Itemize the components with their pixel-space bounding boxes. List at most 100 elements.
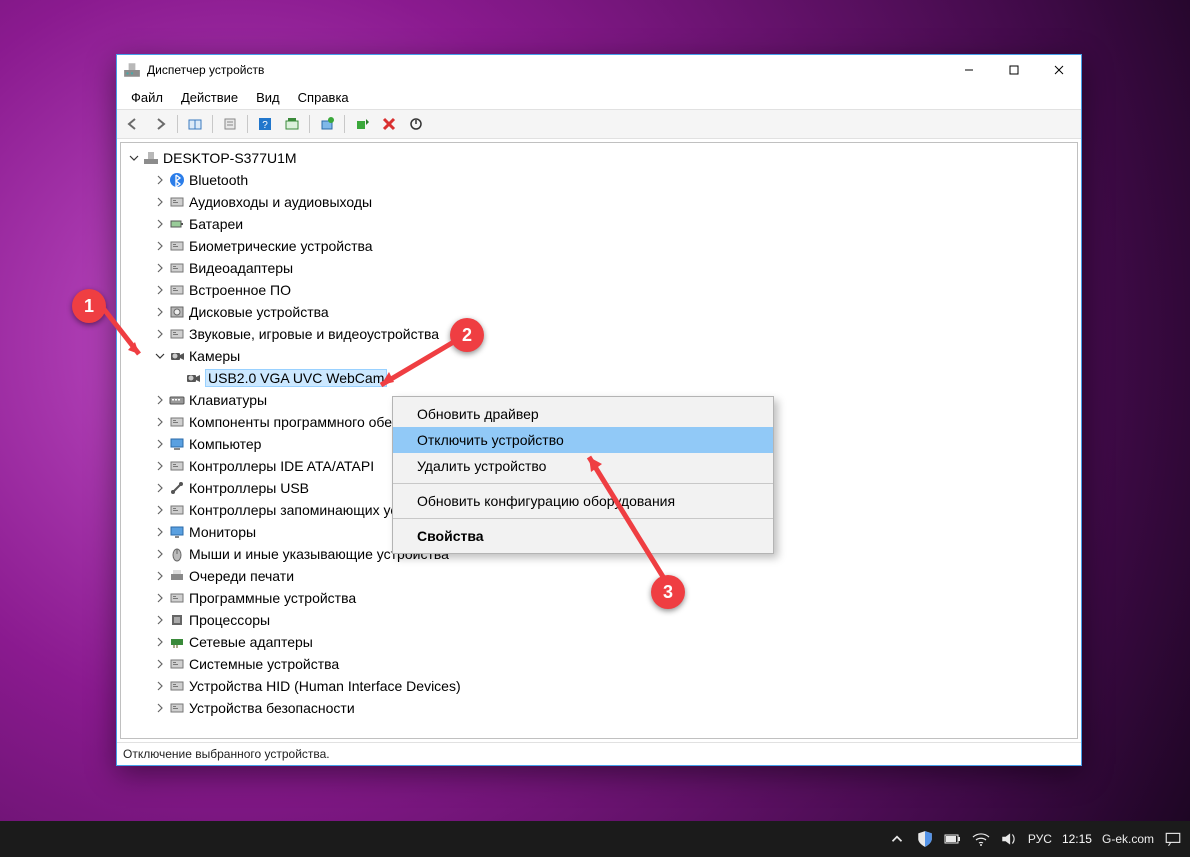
expand-icon[interactable] bbox=[153, 437, 167, 451]
expand-icon[interactable] bbox=[153, 657, 167, 671]
expand-icon[interactable] bbox=[153, 393, 167, 407]
expand-icon[interactable] bbox=[153, 261, 167, 275]
tree-category-label: Системные устройства bbox=[189, 656, 339, 672]
tray-action-center-icon[interactable] bbox=[1164, 830, 1182, 848]
toolbar-forward[interactable] bbox=[148, 112, 172, 136]
minimize-button[interactable] bbox=[946, 55, 991, 85]
toolbar-show-hidden[interactable] bbox=[183, 112, 207, 136]
tray-chevron-icon[interactable] bbox=[888, 830, 906, 848]
window-controls bbox=[946, 55, 1081, 85]
maximize-button[interactable] bbox=[991, 55, 1036, 85]
toolbar-properties[interactable] bbox=[218, 112, 242, 136]
tree-root[interactable]: DESKTOP-S377U1M bbox=[125, 147, 1077, 169]
tray-battery-icon[interactable] bbox=[944, 830, 962, 848]
expand-icon[interactable] bbox=[153, 195, 167, 209]
menu-file[interactable]: Файл bbox=[123, 87, 171, 108]
tree-category[interactable]: Видеоадаптеры bbox=[125, 257, 1077, 279]
category-icon bbox=[169, 436, 185, 452]
context-menu-item[interactable]: Обновить драйвер bbox=[393, 401, 773, 427]
toolbar-back[interactable] bbox=[121, 112, 145, 136]
tree-category[interactable]: Программные устройства bbox=[125, 587, 1077, 609]
tree-category[interactable]: Системные устройства bbox=[125, 653, 1077, 675]
expand-icon[interactable] bbox=[153, 239, 167, 253]
tree-category-label: Устройства HID (Human Interface Devices) bbox=[189, 678, 461, 694]
tray-lang[interactable]: РУС bbox=[1028, 832, 1052, 846]
expand-icon[interactable] bbox=[153, 173, 167, 187]
category-icon bbox=[169, 678, 185, 694]
expand-icon[interactable] bbox=[153, 569, 167, 583]
tree-category[interactable]: Батареи bbox=[125, 213, 1077, 235]
expand-icon[interactable] bbox=[153, 481, 167, 495]
expand-icon[interactable] bbox=[153, 679, 167, 693]
tree-category[interactable]: Аудиовходы и аудиовыходы bbox=[125, 191, 1077, 213]
expand-icon[interactable] bbox=[153, 327, 167, 341]
category-icon bbox=[169, 348, 185, 364]
tray-volume-icon[interactable] bbox=[1000, 830, 1018, 848]
category-icon bbox=[169, 634, 185, 650]
tree-category[interactable]: Устройства безопасности bbox=[125, 697, 1077, 719]
tree-category[interactable]: Звуковые, игровые и видеоустройства bbox=[125, 323, 1077, 345]
titlebar[interactable]: Диспетчер устройств bbox=[117, 55, 1081, 85]
tree-category[interactable]: Биометрические устройства bbox=[125, 235, 1077, 257]
category-icon bbox=[169, 502, 185, 518]
computer-icon bbox=[143, 150, 159, 166]
tree-category-label: Биометрические устройства bbox=[189, 238, 373, 254]
tree-category[interactable]: Камеры bbox=[125, 345, 1077, 367]
context-menu-item[interactable]: Обновить конфигурацию оборудования bbox=[393, 488, 773, 514]
collapse-icon[interactable] bbox=[153, 349, 167, 363]
expand-icon[interactable] bbox=[153, 305, 167, 319]
expand-icon[interactable] bbox=[153, 415, 167, 429]
expand-icon[interactable] bbox=[153, 459, 167, 473]
tree-category-label: Компьютер bbox=[189, 436, 261, 452]
svg-text:?: ? bbox=[262, 120, 268, 131]
expand-icon[interactable] bbox=[153, 613, 167, 627]
expand-icon[interactable] bbox=[153, 503, 167, 517]
toolbar-help[interactable]: ? bbox=[253, 112, 277, 136]
category-icon bbox=[169, 568, 185, 584]
context-menu-separator bbox=[393, 518, 773, 519]
menu-help[interactable]: Справка bbox=[290, 87, 357, 108]
expand-icon[interactable] bbox=[127, 151, 141, 165]
category-icon bbox=[169, 546, 185, 562]
toolbar-scan[interactable] bbox=[280, 112, 304, 136]
statusbar: Отключение выбранного устройства. bbox=[117, 742, 1081, 765]
expand-icon[interactable] bbox=[153, 701, 167, 715]
tree-category-label: Видеоадаптеры bbox=[189, 260, 293, 276]
taskbar: РУС 12:15 G-ek.com bbox=[0, 821, 1190, 857]
tree-category-label: Контроллеры USB bbox=[189, 480, 309, 496]
expand-icon[interactable] bbox=[153, 525, 167, 539]
tree-category[interactable]: Устройства HID (Human Interface Devices) bbox=[125, 675, 1077, 697]
menu-view[interactable]: Вид bbox=[248, 87, 288, 108]
context-menu-item[interactable]: Отключить устройство bbox=[393, 427, 773, 453]
category-icon bbox=[169, 260, 185, 276]
category-icon bbox=[169, 216, 185, 232]
tree-category[interactable]: Bluetooth bbox=[125, 169, 1077, 191]
context-menu-item[interactable]: Удалить устройство bbox=[393, 453, 773, 479]
toolbar-enable[interactable] bbox=[350, 112, 374, 136]
expand-icon[interactable] bbox=[153, 547, 167, 561]
toolbar-update-driver[interactable] bbox=[315, 112, 339, 136]
expand-icon[interactable] bbox=[153, 283, 167, 297]
tree-category[interactable]: Процессоры bbox=[125, 609, 1077, 631]
tree-category[interactable]: Дисковые устройства bbox=[125, 301, 1077, 323]
menu-action[interactable]: Действие bbox=[173, 87, 246, 108]
tree-category-label: Устройства безопасности bbox=[189, 700, 355, 716]
tree-category[interactable]: Встроенное ПО bbox=[125, 279, 1077, 301]
close-button[interactable] bbox=[1036, 55, 1081, 85]
tree-category[interactable]: Сетевые адаптеры bbox=[125, 631, 1077, 653]
context-menu-item[interactable]: Свойства bbox=[393, 523, 773, 549]
toolbar-disable[interactable] bbox=[404, 112, 428, 136]
annotation-marker-3: 3 bbox=[651, 575, 685, 609]
tray-clock[interactable]: 12:15 bbox=[1062, 832, 1092, 846]
expand-icon[interactable] bbox=[153, 635, 167, 649]
tree-category[interactable]: Очереди печати bbox=[125, 565, 1077, 587]
tray-wifi-icon[interactable] bbox=[972, 830, 990, 848]
expand-icon[interactable] bbox=[153, 591, 167, 605]
tree-device[interactable]: USB2.0 VGA UVC WebCam bbox=[125, 367, 1077, 389]
toolbar-sep bbox=[247, 115, 248, 133]
tree-category-label: Очереди печати bbox=[189, 568, 294, 584]
toolbar-uninstall[interactable] bbox=[377, 112, 401, 136]
tray-defender-icon[interactable] bbox=[916, 830, 934, 848]
expand-icon[interactable] bbox=[153, 217, 167, 231]
tree-category-label: Контроллеры IDE ATA/ATAPI bbox=[189, 458, 374, 474]
